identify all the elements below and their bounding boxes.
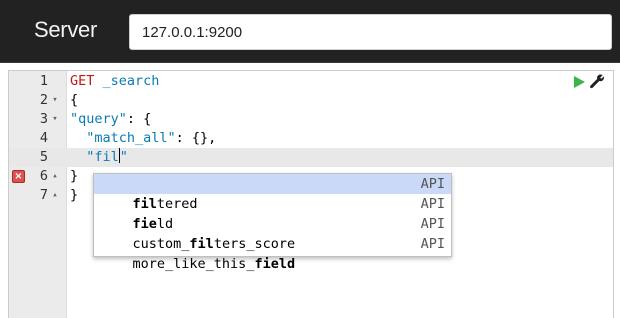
code-text: { bbox=[70, 92, 79, 108]
line-number: 4 bbox=[39, 130, 48, 146]
suggestion-prefix: more_like_this_ bbox=[132, 256, 255, 272]
match-highlight: field bbox=[254, 256, 296, 272]
fold-toggle-icon[interactable]: ▾ bbox=[50, 110, 60, 129]
json-key: "query" bbox=[70, 111, 127, 127]
line-number: 2 bbox=[39, 92, 48, 108]
suggestion-meta: API bbox=[420, 236, 445, 252]
code-text: : {}, bbox=[175, 130, 217, 146]
editor-line[interactable]: 2 ▾ { bbox=[9, 91, 613, 110]
suggestion-meta: API bbox=[420, 176, 445, 192]
wrench-icon[interactable] bbox=[589, 74, 605, 90]
endpoint-path: _search bbox=[94, 73, 160, 89]
autocomplete-item[interactable]: field API bbox=[94, 194, 451, 232]
fold-toggle-icon[interactable]: ▴ bbox=[50, 186, 60, 205]
server-label: Server bbox=[34, 17, 97, 42]
line-number: 7 bbox=[39, 187, 48, 203]
fold-toggle-icon[interactable]: ▾ bbox=[50, 91, 60, 110]
closing-quote: " bbox=[119, 149, 128, 165]
http-method: GET bbox=[70, 73, 95, 89]
suggestion-meta: API bbox=[420, 216, 445, 232]
code-text: : { bbox=[126, 111, 152, 127]
autocomplete-item[interactable]: more_like_this_field API bbox=[94, 234, 451, 272]
json-key-partial: "fil bbox=[86, 149, 119, 165]
play-icon[interactable] bbox=[574, 76, 585, 88]
code-text: } bbox=[70, 187, 79, 203]
line-number: 3 bbox=[39, 111, 48, 127]
suggestion-meta: API bbox=[420, 196, 445, 212]
line-number: 1 bbox=[39, 73, 48, 89]
autocomplete-item[interactable]: custom_filters_score API bbox=[94, 214, 451, 252]
editor-line[interactable]: 1 GET _search bbox=[9, 72, 613, 91]
fold-toggle-icon[interactable]: ▴ bbox=[50, 167, 60, 186]
editor-line-active[interactable]: 5 "fil" bbox=[9, 148, 613, 167]
editor-line[interactable]: 4 "match_all": {}, bbox=[9, 129, 613, 148]
server-url-input[interactable] bbox=[129, 14, 612, 50]
line-number: 5 bbox=[39, 149, 48, 165]
editor-line[interactable]: 3 ▾ "query": { bbox=[9, 110, 613, 129]
autocomplete-popup: filtered API field API custom_filters_scor… bbox=[93, 173, 452, 272]
json-key: "match_all" bbox=[86, 130, 176, 146]
code-text: } bbox=[70, 168, 79, 184]
top-bar: Server bbox=[0, 0, 620, 63]
line-number: 6 bbox=[39, 168, 48, 184]
autocomplete-item[interactable]: filtered API bbox=[94, 174, 451, 212]
